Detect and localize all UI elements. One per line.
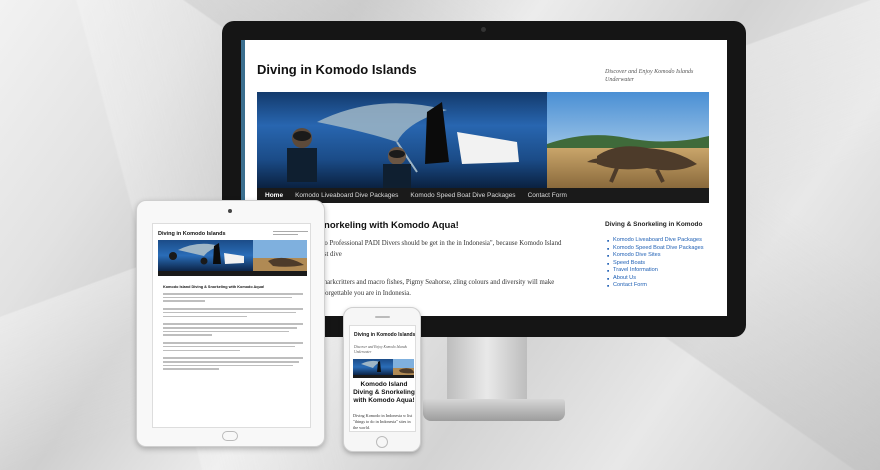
sidebar-item-dive-sites[interactable]: Komodo Dive Sites <box>607 252 717 260</box>
iphone-banner-image <box>353 359 414 375</box>
iphone-speaker <box>375 316 390 318</box>
iphone-article-paragraph: Diving Komodo in Indonesia w list "thing… <box>353 413 413 430</box>
ipad-article-title: Komodo Island Diving & Snorkeling with K… <box>163 285 265 289</box>
iphone-site-description: Discover and Enjoy Komodo Islands Underw… <box>354 345 407 354</box>
nav-item-home[interactable]: Home <box>265 192 283 199</box>
ipad-navigation[interactable] <box>158 271 307 276</box>
iphone-device: Diving in Komodo Islands Discover and En… <box>343 307 421 452</box>
sidebar-item-travel-info[interactable]: Travel Information <box>607 267 717 275</box>
ipad-device: Diving in Komodo Islands Komodo Island D… <box>136 200 325 447</box>
ipad-article-text <box>163 293 303 372</box>
imac-stand-neck <box>447 337 527 401</box>
iphone-screen: Diving in Komodo Islands Discover and En… <box>349 325 416 432</box>
site-description: Discover and Enjoy Komodo Islands Underw… <box>605 69 694 84</box>
sidebar-item-liveaboard[interactable]: Komodo Liveaboard Dive Packages <box>607 237 717 245</box>
sidebar-menu: Komodo Liveaboard Dive Packages Komodo S… <box>607 237 717 290</box>
header-banner-image <box>257 92 709 188</box>
ipad-home-button[interactable] <box>222 431 238 441</box>
ipad-site-title[interactable]: Diving in Komodo Islands <box>158 231 226 237</box>
sidebar-item-speed-boat[interactable]: Komodo Speed Boat Dive Packages <box>607 245 717 253</box>
ipad-banner-image <box>158 240 307 271</box>
sidebar-title: Diving & Snorkeling in Komodo <box>605 221 703 228</box>
sidebar-item-speed-boats[interactable]: Speed Boats <box>607 260 717 268</box>
imac-stand-foot <box>423 399 565 421</box>
site-title[interactable]: Diving in Komodo Islands <box>257 62 417 77</box>
iphone-navigation[interactable] <box>353 375 414 378</box>
iphone-site-title[interactable]: Diving in Komodo Islands <box>354 332 415 338</box>
sidebar-item-contact[interactable]: Contact Form <box>607 282 717 290</box>
sidebar-item-about[interactable]: About Us <box>607 275 717 283</box>
iphone-article-title: Komodo Island Diving & Snorkeling with K… <box>353 381 415 404</box>
ipad-camera <box>228 209 232 213</box>
ipad-site-description <box>273 231 308 235</box>
nav-item-contact[interactable]: Contact Form <box>528 192 567 199</box>
nav-item-speed-boat[interactable]: Komodo Speed Boat Dive Packages <box>410 192 515 199</box>
iphone-home-button[interactable] <box>376 436 388 448</box>
nav-item-liveaboard[interactable]: Komodo Liveaboard Dive Packages <box>295 192 398 199</box>
main-navigation: Home Komodo Liveaboard Dive Packages Kom… <box>257 188 709 203</box>
imac-camera <box>481 27 486 32</box>
ipad-screen: Diving in Komodo Islands Komodo Island D… <box>152 223 311 428</box>
